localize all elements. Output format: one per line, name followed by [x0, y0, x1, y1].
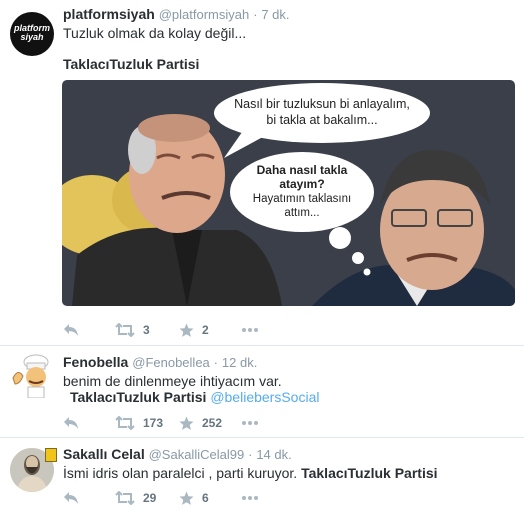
author-handle[interactable]: @platformsiyah [159, 7, 250, 22]
tweet-timestamp[interactable]: 7 dk. [261, 7, 289, 22]
hashtag-link[interactable]: TaklacıTuzluk Partisi [70, 389, 206, 405]
chef-avatar-image [12, 354, 49, 398]
retweet-button[interactable]: 173 [115, 413, 163, 433]
cartoon-illustration: Nasıl bir tuzluksun bi anlayalım, bi tak… [62, 80, 515, 306]
more-button[interactable] [241, 320, 259, 340]
avatar-fenobella[interactable] [10, 354, 54, 398]
bubble2-line2: atayım? [279, 177, 324, 191]
separator-dot: · [213, 355, 219, 370]
star-icon [179, 491, 194, 505]
separator-dot: · [253, 7, 258, 22]
avatar-platformsiyah[interactable]: platform siyah [10, 12, 54, 56]
more-button[interactable] [241, 413, 259, 433]
bubble1-line2: bi takla at bakalım... [266, 113, 377, 127]
verified-flag-icon [45, 448, 57, 462]
bubble2-line3: Hayatımın taklasını [253, 193, 351, 205]
tweet-header: Fenobella @Fenobellea · 12 dk. [63, 354, 257, 370]
author-handle[interactable]: @Fenobellea [132, 355, 210, 370]
star-icon [179, 416, 194, 430]
tweet-actions: 173 252 [63, 413, 393, 433]
reply-icon [64, 324, 78, 336]
hashtag-link[interactable]: TaklacıTuzluk Partisi [63, 55, 199, 73]
reply-icon [64, 492, 78, 504]
retweet-icon [115, 491, 135, 505]
like-count: 2 [202, 323, 209, 337]
retweet-button[interactable]: 3 [115, 320, 150, 340]
star-icon [179, 323, 194, 337]
like-count: 6 [202, 491, 209, 505]
mention-link[interactable]: @beliebersSocial [210, 389, 319, 405]
bubble2-line1: Daha nasıl takla [257, 163, 348, 177]
more-button[interactable] [241, 488, 259, 508]
tweet-fenobella[interactable]: Fenobella @Fenobellea · 12 dk. benim de … [0, 346, 524, 438]
tweet-photo[interactable]: Nasıl bir tuzluksun bi anlayalım, bi tak… [62, 80, 515, 306]
reply-button[interactable] [63, 488, 79, 508]
avatar-logo-text: platform siyah [14, 23, 50, 42]
reply-button[interactable] [63, 320, 79, 340]
like-button[interactable]: 6 [179, 488, 209, 508]
reply-icon [64, 417, 78, 429]
tweet-timestamp[interactable]: 14 dk. [256, 447, 291, 462]
retweet-icon [115, 323, 135, 337]
more-dots-icon [242, 328, 258, 332]
bubble2-line4: attım... [284, 207, 319, 219]
tweet-links: TaklacıTuzluk Partisi @beliebersSocial [70, 388, 319, 406]
retweet-count: 173 [143, 416, 164, 430]
tweet-text: İsmi idris olan paralelci , parti kuruyo… [63, 465, 298, 481]
tweet-platformsiyah[interactable]: platform siyah platformsiyah @platformsi… [0, 0, 524, 346]
tweet-timestamp[interactable]: 12 dk. [222, 355, 257, 370]
tweet-header: Sakallı Celal @SakalliCelal99 · 14 dk. [63, 446, 292, 462]
retweet-count: 29 [143, 491, 157, 505]
tweet-actions: 3 2 [63, 320, 393, 340]
author-name[interactable]: platformsiyah [63, 6, 155, 22]
tweet-text: Tuzluk olmak da kolay değil... [63, 25, 247, 41]
tweet-actions: 29 6 [63, 488, 393, 508]
hashtag-link[interactable]: TaklacıTuzluk Partisi [301, 465, 437, 481]
retweet-icon [115, 416, 135, 430]
more-dots-icon [242, 496, 258, 500]
tweet-sakalli-celal[interactable]: Sakallı Celal @SakalliCelal99 · 14 dk. İ… [0, 438, 524, 511]
like-button[interactable]: 252 [179, 413, 222, 433]
author-handle[interactable]: @SakalliCelal99 [149, 447, 245, 462]
separator-dot: · [248, 447, 253, 462]
retweet-count: 3 [143, 323, 150, 337]
bubble1-line1: Nasıl bir tuzluksun bi anlayalım, [234, 97, 410, 111]
like-count: 252 [202, 416, 223, 430]
reply-button[interactable] [63, 413, 79, 433]
retweet-button[interactable]: 29 [115, 488, 156, 508]
more-dots-icon [242, 421, 258, 425]
like-button[interactable]: 2 [179, 320, 209, 340]
tweet-header: platformsiyah @platformsiyah · 7 dk. [63, 6, 290, 22]
tweet-text-row: İsmi idris olan paralelci , parti kuruyo… [63, 464, 438, 482]
author-name[interactable]: Sakallı Celal [63, 446, 145, 462]
author-name[interactable]: Fenobella [63, 354, 128, 370]
